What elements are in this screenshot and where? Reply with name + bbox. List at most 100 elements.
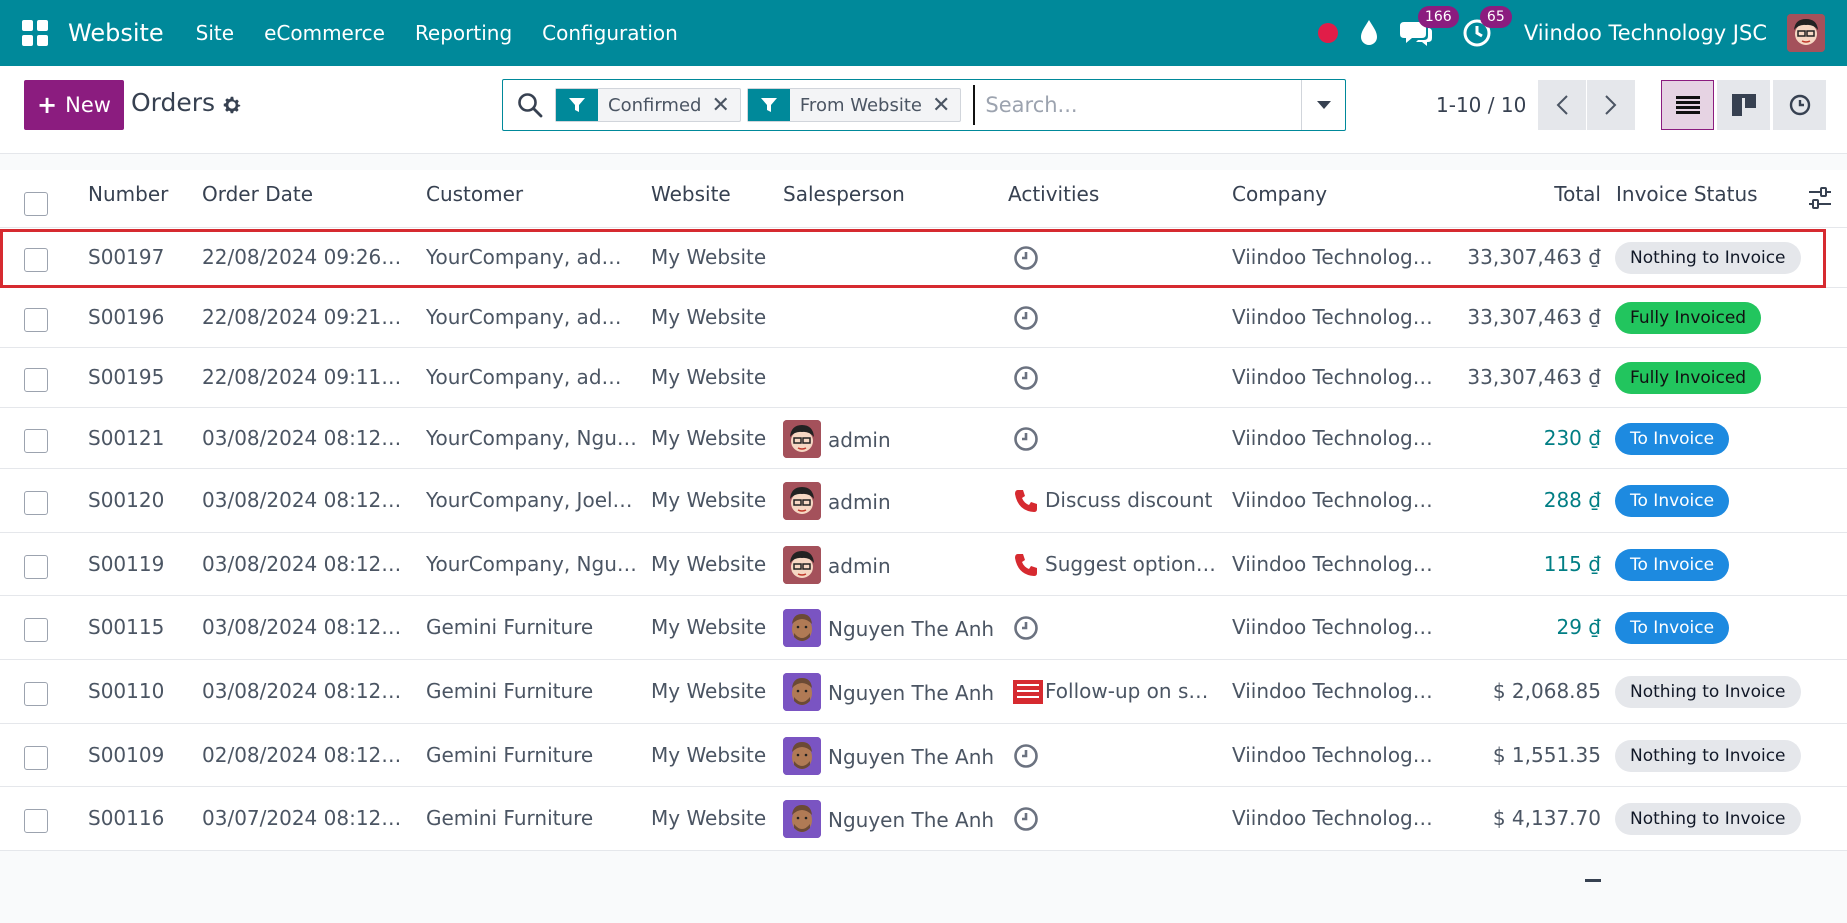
row-checkbox[interactable] <box>24 618 48 642</box>
cell-order-date: 22/08/2024 09:26:… <box>202 245 404 269</box>
cell-order-date: 22/08/2024 09:11:… <box>202 365 404 389</box>
row-checkbox[interactable] <box>24 682 48 706</box>
cell-company: Viindoo Technolog… <box>1232 426 1433 450</box>
table-row[interactable]: S00110 03/08/2024 08:12:… Gemini Furniture… <box>0 660 1847 724</box>
pager-next-button[interactable] <box>1587 80 1635 130</box>
phone-icon[interactable] <box>1013 552 1041 578</box>
cell-salesperson: admin <box>828 428 891 452</box>
table-row[interactable]: S00115 03/08/2024 08:12:… Gemini Furniture… <box>0 596 1847 660</box>
list-view-button[interactable] <box>1661 80 1714 130</box>
table-row[interactable]: S00120 03/08/2024 08:12:… YourCompany, Joe… <box>0 469 1847 533</box>
menu-reporting[interactable]: Reporting <box>415 21 512 45</box>
new-button[interactable]: + New <box>24 80 124 130</box>
water-drop-icon[interactable] <box>1358 19 1380 47</box>
clock-icon[interactable] <box>1013 365 1041 391</box>
pager-previous-button[interactable] <box>1538 80 1586 130</box>
todo-icon[interactable] <box>1013 679 1043 705</box>
column-header-website[interactable]: Website <box>651 182 731 206</box>
activity-view-button[interactable] <box>1773 80 1826 130</box>
recording-dot-icon[interactable] <box>1317 23 1338 43</box>
facet-remove-icon[interactable]: ✕ <box>711 93 739 118</box>
cell-website: My Website <box>651 488 767 512</box>
cell-total: 33,307,463 ₫ <box>1467 245 1601 269</box>
cell-number: S00119 <box>88 552 165 576</box>
cell-company: Viindoo Technolog… <box>1232 245 1433 269</box>
menu-ecommerce[interactable]: eCommerce <box>264 21 385 45</box>
cell-total: 33,307,463 ₫ <box>1467 365 1601 389</box>
salesperson-avatar <box>783 609 821 647</box>
activities-icon[interactable]: 65 <box>1462 6 1512 48</box>
facet-remove-icon[interactable]: ✕ <box>932 93 960 118</box>
user-avatar[interactable] <box>1787 14 1825 52</box>
row-checkbox[interactable] <box>24 368 48 392</box>
cell-order-date: 03/08/2024 08:12:… <box>202 679 404 703</box>
clock-icon[interactable] <box>1013 806 1041 832</box>
table-row[interactable]: S00196 22/08/2024 09:21:… YourCompany, adm… <box>0 288 1847 348</box>
salesperson-avatar <box>783 482 821 520</box>
row-checkbox[interactable] <box>24 429 48 453</box>
orders-table: Number Order Date Customer Website Sales… <box>0 170 1847 851</box>
clock-icon[interactable] <box>1013 615 1041 641</box>
menu-configuration[interactable]: Configuration <box>542 21 678 45</box>
cell-activity[interactable]: Suggest option… <box>1045 552 1217 576</box>
clock-icon[interactable] <box>1013 426 1041 452</box>
cell-company: Viindoo Technolog… <box>1232 488 1433 512</box>
cell-customer: Gemini Furniture <box>426 806 594 830</box>
clock-icon[interactable] <box>1013 305 1041 331</box>
column-header-total[interactable]: Total <box>1554 182 1601 206</box>
apps-menu-icon[interactable] <box>22 20 48 46</box>
column-header-number[interactable]: Number <box>88 182 168 206</box>
pager-value[interactable]: 1-10 / 10 <box>1436 93 1526 117</box>
table-row[interactable]: S00121 03/08/2024 08:12:… YourCompany, Ngu… <box>0 408 1847 469</box>
cell-total: $ 4,137.70 <box>1492 806 1601 830</box>
column-header-salesperson[interactable]: Salesperson <box>783 182 905 206</box>
cell-activity[interactable]: Follow-up on sa… <box>1045 679 1217 703</box>
search-input[interactable] <box>973 85 1301 125</box>
gear-icon[interactable] <box>221 94 243 116</box>
collapse-dash-icon[interactable] <box>1585 879 1601 882</box>
cell-customer: Gemini Furniture <box>426 615 594 639</box>
clock-icon <box>1789 94 1810 116</box>
row-checkbox[interactable] <box>24 491 48 515</box>
row-checkbox[interactable] <box>24 555 48 579</box>
cell-order-date: 03/08/2024 08:12:… <box>202 615 404 639</box>
row-checkbox[interactable] <box>24 308 48 332</box>
column-header-order-date[interactable]: Order Date <box>202 182 313 206</box>
clock-icon[interactable] <box>1013 743 1041 769</box>
messages-icon[interactable]: 166 <box>1399 6 1459 48</box>
cell-total: $ 2,068.85 <box>1492 679 1601 703</box>
cell-activity[interactable]: Discuss discount <box>1045 488 1217 512</box>
cell-company: Viindoo Technolog… <box>1232 365 1433 389</box>
status-badge: To Invoice <box>1615 549 1730 581</box>
kanban-view-button[interactable] <box>1717 80 1770 130</box>
menu-site[interactable]: Site <box>196 21 234 45</box>
table-row[interactable]: S00109 02/08/2024 08:12:… Gemini Furniture… <box>0 724 1847 787</box>
column-header-activities[interactable]: Activities <box>1008 182 1099 206</box>
chevron-right-icon <box>1605 95 1617 115</box>
row-checkbox[interactable] <box>24 746 48 770</box>
table-row[interactable]: S00195 22/08/2024 09:11:… YourCompany, adm… <box>0 348 1847 408</box>
phone-icon[interactable] <box>1013 488 1041 514</box>
row-checkbox[interactable] <box>24 809 48 833</box>
column-header-invoice-status[interactable]: Invoice Status <box>1616 182 1758 206</box>
cell-total: 115 ₫ <box>1543 552 1601 576</box>
app-name[interactable]: Website <box>68 19 164 47</box>
cell-salesperson: admin <box>828 490 891 514</box>
row-checkbox[interactable] <box>24 248 48 272</box>
cell-website: My Website <box>651 615 767 639</box>
search-options-toggle[interactable] <box>1301 80 1345 130</box>
salesperson-avatar <box>783 420 821 458</box>
select-all-checkbox[interactable] <box>24 192 48 216</box>
column-header-company[interactable]: Company <box>1232 182 1327 206</box>
table-row[interactable]: S00197 22/08/2024 09:26:… YourCompany, adm… <box>0 228 1847 288</box>
company-switcher[interactable]: Viindoo Technology JSC <box>1524 21 1767 45</box>
table-row[interactable]: S00119 03/08/2024 08:12:… YourCompany, Ngu… <box>0 533 1847 596</box>
clock-icon[interactable] <box>1013 245 1041 271</box>
cell-company: Viindoo Technolog… <box>1232 615 1433 639</box>
column-header-customer[interactable]: Customer <box>426 182 523 206</box>
table-row[interactable]: S00116 03/07/2024 08:12:… Gemini Furniture… <box>0 787 1847 851</box>
list-view-icon <box>1675 96 1700 114</box>
optional-columns-icon[interactable] <box>1807 185 1833 211</box>
cell-salesperson: Nguyen The Anh <box>828 617 995 641</box>
search-icon[interactable] <box>517 92 543 118</box>
